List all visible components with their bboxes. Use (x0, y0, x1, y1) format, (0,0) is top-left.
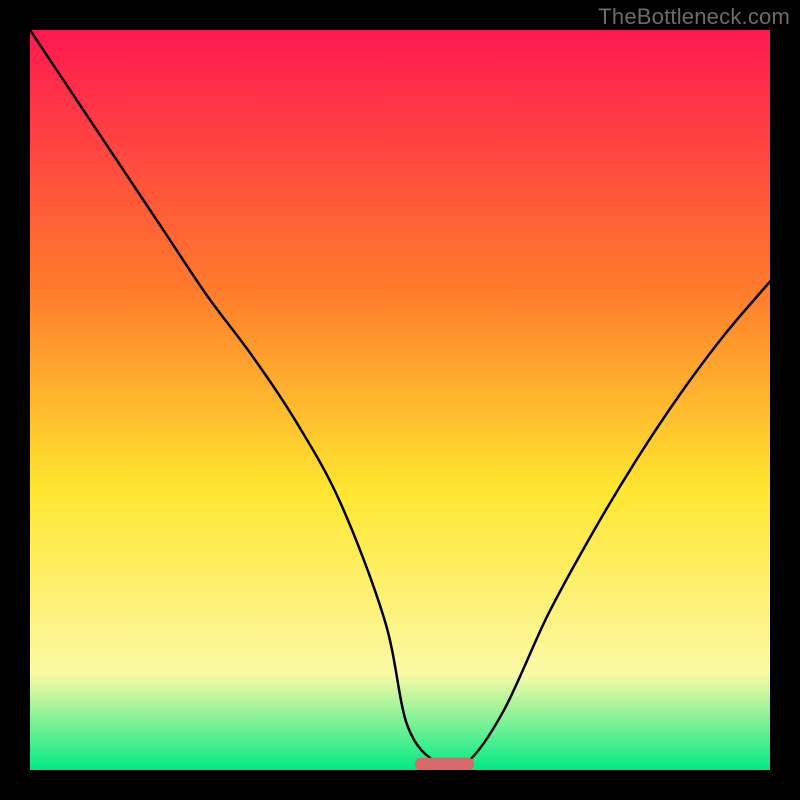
watermark-text: TheBottleneck.com (598, 4, 790, 30)
chart-plot-area (30, 30, 770, 770)
optimal-point-marker (415, 758, 474, 770)
chart-svg (30, 30, 770, 770)
chart-frame: TheBottleneck.com (0, 0, 800, 800)
chart-background (30, 30, 770, 770)
